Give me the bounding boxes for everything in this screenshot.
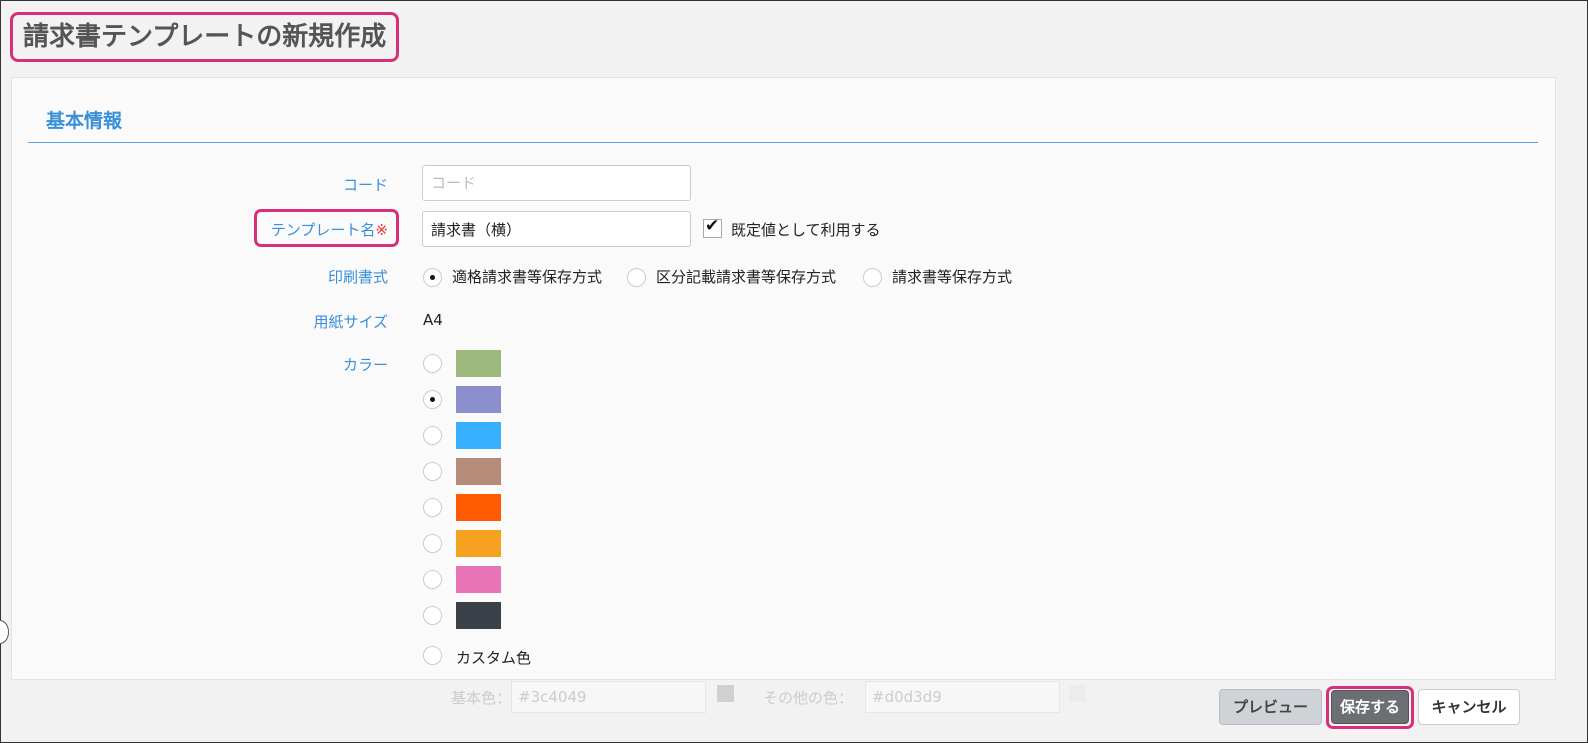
other-color-input[interactable]: #d0d3d9 — [865, 681, 1060, 713]
custom-color-radio[interactable] — [423, 646, 442, 665]
color-swatch[interactable] — [456, 386, 501, 413]
default-checkbox[interactable] — [703, 216, 722, 238]
color-label: カラー — [342, 356, 388, 374]
print-format-label: 印刷書式 — [327, 268, 388, 286]
color-swatch[interactable] — [456, 350, 501, 377]
color-radio[interactable] — [423, 570, 442, 589]
form-panel — [11, 77, 1556, 680]
print-format-option-1: 適格請求書等保存方式 — [452, 268, 603, 286]
code-input[interactable] — [422, 165, 691, 201]
template-name-label: テンプレート名※ — [270, 221, 388, 239]
base-color-label: 基本色： — [451, 689, 512, 707]
base-color-input[interactable]: #3c4049 — [511, 681, 706, 713]
color-radio[interactable] — [423, 390, 442, 409]
custom-color-label: カスタム色 — [456, 649, 532, 667]
default-checkbox-label: 既定値として利用する — [731, 221, 881, 239]
color-swatch[interactable] — [456, 458, 501, 485]
color-swatch[interactable] — [456, 602, 501, 629]
other-color-preview — [1069, 685, 1086, 702]
color-swatch[interactable] — [456, 530, 501, 557]
other-color-label: その他の色： — [763, 689, 854, 707]
base-color-preview — [717, 685, 734, 702]
paper-size-value: A4 — [423, 311, 443, 329]
color-radio[interactable] — [423, 354, 442, 373]
template-name-input[interactable] — [422, 211, 691, 247]
section-title: 基本情報 — [46, 110, 123, 132]
color-swatch[interactable] — [456, 422, 501, 449]
color-radio[interactable] — [423, 498, 442, 517]
print-format-option-2: 区分記載請求書等保存方式 — [656, 268, 837, 286]
print-format-option-3: 請求書等保存方式 — [892, 268, 1013, 286]
color-swatch[interactable] — [456, 494, 501, 521]
section-divider — [28, 142, 1538, 143]
required-mark: ※ — [375, 221, 388, 239]
code-label: コード — [342, 176, 388, 194]
preview-button[interactable]: プレビュー — [1219, 689, 1322, 725]
color-swatch[interactable] — [456, 566, 501, 593]
cancel-button[interactable]: キャンセル — [1418, 689, 1520, 725]
print-format-radio-1[interactable] — [423, 268, 442, 287]
print-format-radio-2[interactable] — [627, 268, 646, 287]
paper-size-label: 用紙サイズ — [313, 313, 388, 331]
print-format-radio-3[interactable] — [863, 268, 882, 287]
page-title: 請求書テンプレートの新規作成 — [10, 12, 400, 62]
color-radio[interactable] — [423, 462, 442, 481]
color-radio[interactable] — [423, 534, 442, 553]
color-radio[interactable] — [423, 426, 442, 445]
color-radio[interactable] — [423, 606, 442, 625]
save-button[interactable]: 保存する — [1331, 690, 1409, 724]
